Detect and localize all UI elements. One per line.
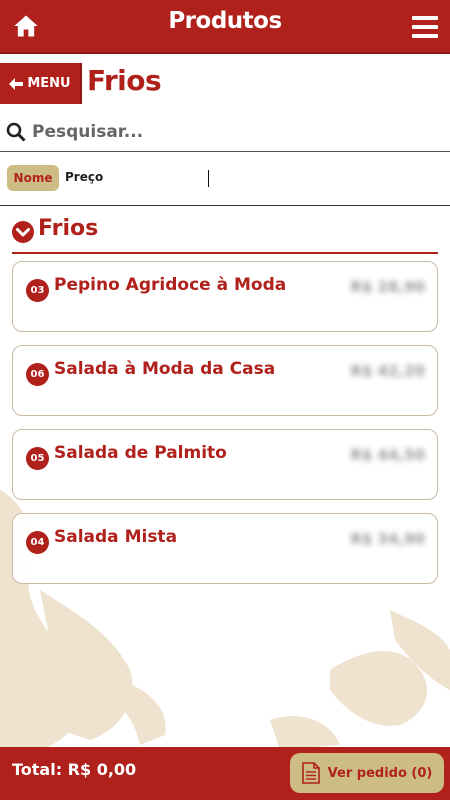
product-name: Salada Mista bbox=[54, 527, 178, 547]
product-card[interactable]: 05 Salada de Palmito R$ 44,50 bbox=[12, 429, 438, 500]
back-button-label: MENU bbox=[27, 76, 71, 91]
search-icon bbox=[6, 122, 26, 142]
top-app-bar: Produtos bbox=[0, 0, 450, 54]
search-input[interactable] bbox=[30, 118, 430, 146]
product-price: R$ 28,90 bbox=[350, 278, 425, 296]
app-title: Produtos bbox=[168, 8, 282, 34]
category-title: Frios bbox=[38, 216, 99, 241]
view-order-button[interactable]: Ver pedido (0) bbox=[290, 753, 444, 793]
arrow-left-icon bbox=[9, 77, 24, 90]
sort-bar: Nome Preço bbox=[0, 152, 450, 206]
product-number-badge: 06 bbox=[26, 363, 49, 386]
product-number-badge: 05 bbox=[26, 447, 49, 470]
sort-by-name-button[interactable]: Nome bbox=[7, 165, 59, 191]
product-name: Salada de Palmito bbox=[54, 443, 227, 463]
chevron-down-icon bbox=[12, 221, 34, 243]
sort-by-price-button[interactable]: Preço bbox=[65, 170, 103, 184]
document-icon bbox=[301, 762, 320, 784]
bottom-bar: Total: R$ 0,00 Ver pedido (0) bbox=[0, 747, 450, 800]
product-price: R$ 42,20 bbox=[350, 362, 425, 380]
view-order-label: Ver pedido (0) bbox=[327, 765, 433, 781]
search-bar bbox=[0, 112, 450, 152]
product-name: Salada à Moda da Casa bbox=[54, 359, 276, 379]
category-header[interactable]: Frios bbox=[12, 214, 438, 254]
text-cursor bbox=[208, 170, 209, 187]
product-number-badge: 03 bbox=[26, 279, 49, 302]
product-price: R$ 44,50 bbox=[350, 446, 425, 464]
product-name: Pepino Agridoce à Moda bbox=[54, 275, 287, 295]
product-card[interactable]: 03 Pepino Agridoce à Moda R$ 28,90 bbox=[12, 261, 438, 332]
product-card[interactable]: 04 Salada Mista R$ 34,90 bbox=[12, 513, 438, 584]
product-price: R$ 34,90 bbox=[350, 530, 425, 548]
back-to-menu-button[interactable]: MENU bbox=[0, 63, 82, 104]
product-number-badge: 04 bbox=[26, 531, 49, 554]
product-card[interactable]: 06 Salada à Moda da Casa R$ 42,20 bbox=[12, 345, 438, 416]
order-total: Total: R$ 0,00 bbox=[12, 760, 137, 779]
hamburger-icon[interactable] bbox=[412, 16, 438, 38]
background-pattern bbox=[0, 490, 450, 750]
page-title: Frios bbox=[87, 64, 162, 97]
